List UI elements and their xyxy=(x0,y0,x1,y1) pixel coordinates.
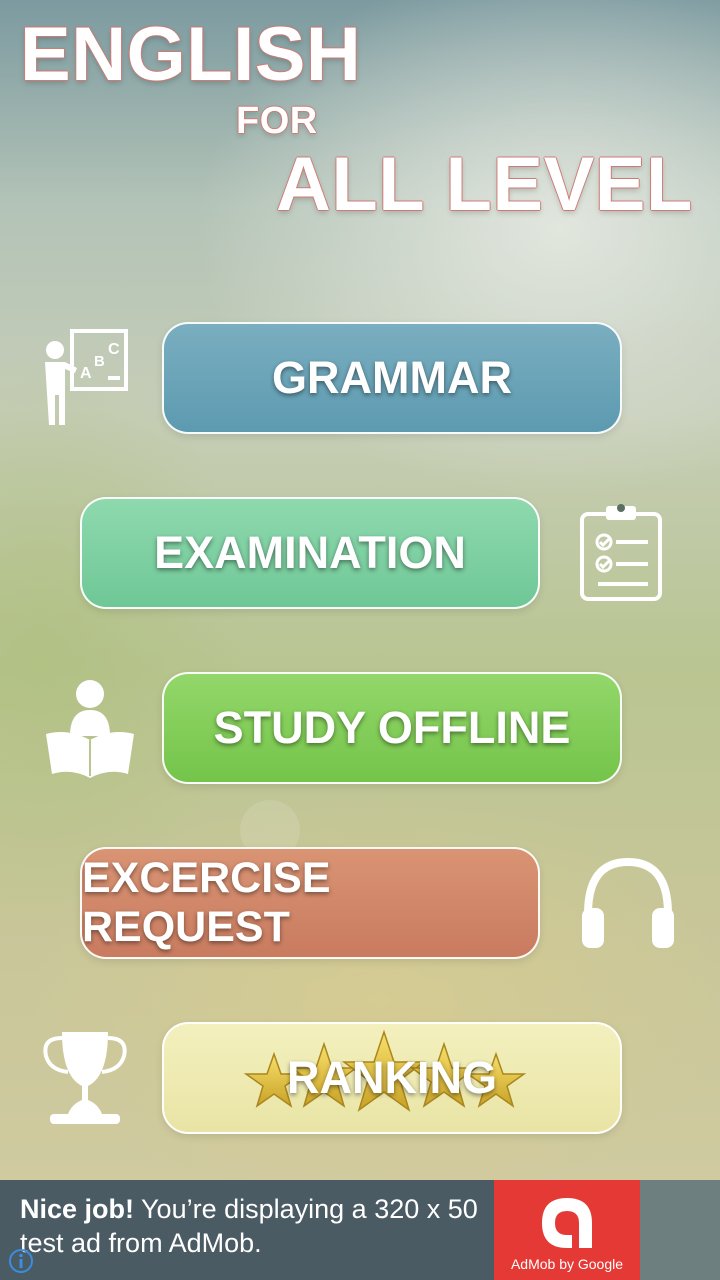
ad-text[interactable]: Nice job! You’re displaying a 320 x 50 t… xyxy=(20,1192,490,1260)
ad-info-icon[interactable] xyxy=(8,1248,34,1274)
study-offline-button[interactable]: STUDY OFFLINE xyxy=(162,672,622,784)
svg-text:A: A xyxy=(80,365,92,382)
study-offline-button-label: STUDY OFFLINE xyxy=(213,702,571,753)
teacher-blackboard-icon: A B C xyxy=(45,329,128,425)
grammar-button[interactable]: GRAMMAR xyxy=(162,322,622,434)
app-title-line2: FOR xyxy=(236,100,318,142)
grammar-button-label: GRAMMAR xyxy=(272,352,512,403)
app-title-line1: ENGLISH xyxy=(20,12,362,97)
headphones-icon xyxy=(582,857,674,948)
trophy-icon xyxy=(43,1032,127,1124)
clipboard-checklist-icon xyxy=(580,504,662,601)
admob-brand-label: AdMob by Google xyxy=(510,1256,624,1272)
app-title-line3: ALL LEVEL xyxy=(276,142,693,227)
ranking-button[interactable]: RANKING xyxy=(162,1022,622,1134)
reader-book-icon xyxy=(46,680,134,778)
ranking-button-label: RANKING xyxy=(287,1052,497,1103)
svg-text:C: C xyxy=(108,341,120,358)
exercise-request-button[interactable]: EXCERCISE REQUEST xyxy=(80,847,540,959)
examination-button-label: EXAMINATION xyxy=(154,527,466,578)
ad-headline: Nice job! xyxy=(20,1194,135,1224)
admob-icon xyxy=(542,1198,592,1248)
ad-banner-edge xyxy=(640,1180,720,1280)
admob-logo[interactable]: AdMob by Google xyxy=(494,1180,640,1280)
exercise-request-button-label: EXCERCISE REQUEST xyxy=(82,854,331,951)
examination-button[interactable]: EXAMINATION xyxy=(80,497,540,609)
svg-text:B: B xyxy=(94,353,105,370)
